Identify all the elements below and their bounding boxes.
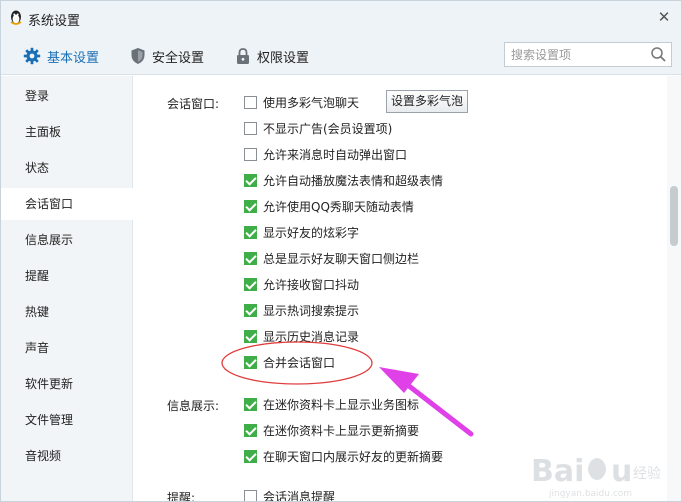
option-history[interactable]: 显示历史消息记录 [244,327,359,345]
checkbox-checked[interactable] [244,199,257,213]
sidebar-item-login[interactable]: 登录 [1,80,133,112]
option-label: 合并会话窗口 [263,355,336,370]
tab-basic-settings[interactable]: 基本设置 [23,45,99,67]
option-label: 允许使用QQ秀聊天随动表情 [263,199,414,214]
baidu-watermark-logo: Bai u 经验 jingyan.baidu.com [531,454,661,499]
window-title: 系统设置 [28,14,81,29]
checkbox-checked[interactable] [244,423,257,437]
tab-label: 安全设置 [152,50,205,66]
option-merge-windows[interactable]: 合并会话窗口 [244,353,335,371]
option-label: 不显示广告(会员设置项) [263,121,393,136]
option-label: 显示历史消息记录 [263,329,360,344]
option-hot-search[interactable]: 显示热词搜索提示 [244,301,359,319]
option-label: 使用多彩气泡聊天 [263,95,360,110]
option-label: 允许接收窗口抖动 [263,277,360,292]
checkbox-checked[interactable] [244,225,257,239]
option-auto-popup[interactable]: 允许来消息时自动弹出窗口 [244,145,407,163]
sidebar-item-info-display[interactable]: 信息展示 [1,224,133,256]
sidebar-item-software-update[interactable]: 软件更新 [1,368,133,400]
checkbox[interactable] [244,147,257,161]
option-qq-show-emoji[interactable]: 允许使用QQ秀聊天随动表情 [244,197,414,215]
option-hide-ads[interactable]: 不显示广告(会员设置项) [244,119,392,137]
gear-icon [23,47,41,65]
section-label-remind: 提醒: [167,491,196,502]
tab-permission-settings[interactable]: 权限设置 [235,45,309,67]
option-label: 显示热词搜索提示 [263,303,360,318]
option-chat-update-summary[interactable]: 在聊天窗口内展示好友的更新摘要 [244,447,443,465]
scroll-thumb[interactable] [670,186,678,246]
option-show-sidebar[interactable]: 总是显示好友聊天窗口侧边栏 [244,249,419,267]
option-label: 在迷你资料卡上显示业务图标 [263,397,420,412]
checkbox-checked[interactable] [244,173,257,187]
checkbox-checked[interactable] [244,449,257,463]
checkbox-checked[interactable] [244,397,257,411]
checkbox[interactable] [244,489,257,501]
tab-label: 基本设置 [47,50,100,66]
title-bar: 系统设置 ✕ [1,1,681,35]
search-box [504,42,672,67]
option-label: 在迷你资料卡上显示更新摘要 [263,423,420,438]
sidebar-item-main-panel[interactable]: 主面板 [1,116,133,148]
settings-sidebar: 登录 主面板 状态 会话窗口 信息展示 提醒 热键 声音 软件更新 文件管理 音… [1,76,134,501]
search-icon[interactable] [650,46,667,63]
checkbox-checked[interactable] [244,303,257,317]
option-business-icon[interactable]: 在迷你资料卡上显示业务图标 [244,395,419,413]
close-icon[interactable]: ✕ [657,10,671,25]
option-label: 会话消息提醒 [263,489,336,502]
checkbox-checked[interactable] [244,329,257,343]
sidebar-item-audio-video[interactable]: 音视频 [1,440,133,472]
search-input[interactable] [505,43,645,66]
sidebar-item-session-window[interactable]: 会话窗口 [1,188,134,220]
svg-text:u: u [611,454,632,489]
section-label-session: 会话窗口: [167,97,220,111]
section-label-info: 信息展示: [167,399,220,413]
svg-text:Bai: Bai [531,454,584,489]
content-scrollbar[interactable] [667,76,681,501]
checkbox-checked[interactable] [244,277,257,291]
svg-text:jingyan.baidu.com: jingyan.baidu.com [548,489,632,499]
option-colorful-text[interactable]: 显示好友的炫彩字 [244,223,359,241]
sidebar-item-hotkey[interactable]: 热键 [1,296,133,328]
checkbox[interactable] [244,121,257,135]
settings-tabs: 基本设置 安全设置 权限设置 [1,35,681,75]
checkbox-checked[interactable] [244,251,257,265]
sidebar-item-file-management[interactable]: 文件管理 [1,404,133,436]
tab-security-settings[interactable]: 安全设置 [130,45,204,67]
svg-text:经验: 经验 [633,466,661,482]
tab-label: 权限设置 [257,50,310,66]
sidebar-item-reminder[interactable]: 提醒 [1,260,133,292]
set-bubble-button[interactable]: 设置多彩气泡 [386,90,468,113]
sidebar-item-status[interactable]: 状态 [1,152,133,184]
sidebar-item-sound[interactable]: 声音 [1,332,133,364]
option-label: 允许自动播放魔法表情和超级表情 [263,173,444,188]
option-magic-emoji[interactable]: 允许自动播放魔法表情和超级表情 [244,171,443,189]
qq-penguin-icon [10,10,22,25]
checkbox[interactable] [244,95,257,109]
option-colorful-bubble[interactable]: 使用多彩气泡聊天 [244,93,359,111]
settings-window: 系统设置 ✕ 基本设置 安全设置 权限设置 搜索设置项 登录 主面板 状态 会话… [0,0,682,502]
shield-icon [131,48,145,64]
option-label: 在聊天窗口内展示好友的更新摘要 [263,449,444,464]
option-window-shake[interactable]: 允许接收窗口抖动 [244,275,359,293]
settings-content: 会话窗口: 使用多彩气泡聊天 设置多彩气泡 不显示广告(会员设置项) 允许来消息… [134,76,668,502]
option-update-summary[interactable]: 在迷你资料卡上显示更新摘要 [244,421,419,439]
checkbox-checked[interactable] [244,355,257,369]
option-message-remind[interactable]: 会话消息提醒 [244,487,336,502]
lock-icon [237,48,249,64]
option-label: 总是显示好友聊天窗口侧边栏 [263,251,420,266]
option-label: 允许来消息时自动弹出窗口 [263,147,408,162]
option-label: 显示好友的炫彩字 [263,225,360,240]
